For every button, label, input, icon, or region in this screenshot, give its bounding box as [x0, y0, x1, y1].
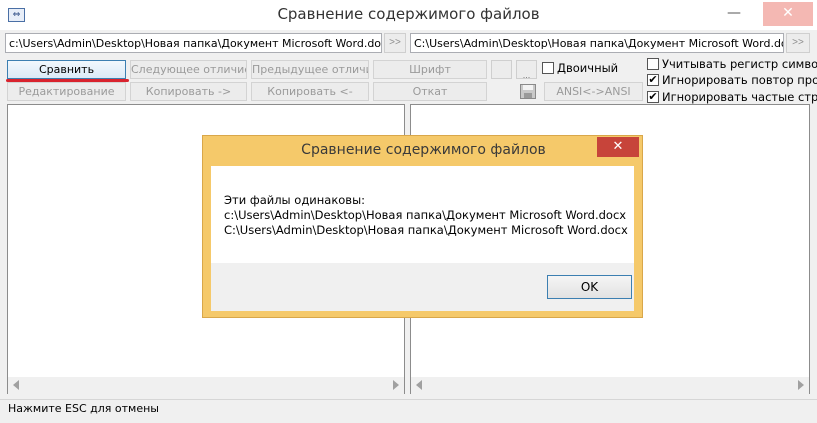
ignore-frequent-label: Игнорировать частые строки [662, 90, 817, 104]
minimize-button[interactable]: — [719, 2, 749, 26]
dialog-message-area: Эти файлы одинаковы: c:\Users\Admin\Desk… [211, 166, 634, 263]
save-disk-icon[interactable] [520, 84, 536, 99]
binary-label: Двоичный [557, 61, 619, 75]
right-browse-button[interactable]: >> [786, 33, 810, 53]
scroll-right-icon[interactable] [798, 380, 804, 390]
binary-checkbox[interactable] [542, 62, 554, 74]
result-dialog: Сравнение содержимого файлов ✕ Эти файлы… [202, 135, 643, 318]
compare-button[interactable]: Сравнить [7, 60, 126, 79]
dialog-file-1: c:\Users\Admin\Desktop\Новая папка\Докум… [224, 208, 627, 222]
status-text: Нажмите ESC для отмены [8, 402, 159, 415]
copy-right-button[interactable]: Копировать -> [130, 82, 247, 101]
dialog-message: Эти файлы одинаковы: [224, 193, 366, 207]
ignore-frequent-checkbox[interactable]: ✔ [647, 91, 659, 103]
prev-diff-button[interactable]: Предыдущее отличие [251, 60, 369, 79]
right-horizontal-scrollbar[interactable] [411, 377, 809, 394]
case-sensitive-checkbox[interactable] [647, 58, 659, 70]
right-path-input[interactable]: C:\Users\Admin\Desktop\Новая папка\Докум… [410, 33, 784, 53]
left-path-input[interactable]: c:\Users\Admin\Desktop\Новая папка\Докум… [5, 33, 382, 53]
left-horizontal-scrollbar[interactable] [8, 377, 404, 394]
scroll-left-icon[interactable] [13, 380, 19, 390]
dialog-body: Эти файлы одинаковы: c:\Users\Admin\Desk… [211, 166, 634, 311]
dialog-file-2: C:\Users\Admin\Desktop\Новая папка\Докум… [224, 223, 628, 237]
left-browse-button[interactable]: >> [384, 33, 406, 53]
font-button[interactable]: Шрифт [373, 60, 487, 79]
title-bar: ⇔ Сравнение содержимого файлов — ✕ [0, 0, 817, 30]
edit-button[interactable]: Редактирование [7, 82, 126, 101]
options-ellipsis-button[interactable]: ... [516, 60, 537, 80]
color-button[interactable] [491, 60, 512, 79]
ignore-spaces-label: Игнорировать повтор пробелов [662, 73, 817, 87]
case-sensitive-label: Учитывать регистр символов [662, 57, 817, 71]
checkmark-icon: ✔ [648, 73, 658, 86]
encoding-button[interactable]: ANSI<->ANSI [544, 82, 643, 101]
checkmark-icon: ✔ [648, 90, 658, 103]
scroll-left-icon[interactable] [416, 380, 422, 390]
revert-button[interactable]: Откат [373, 82, 487, 101]
window-title: Сравнение содержимого файлов [277, 5, 540, 23]
dialog-title: Сравнение содержимого файлов [301, 142, 546, 158]
ignore-spaces-checkbox[interactable]: ✔ [647, 74, 659, 86]
copy-left-button[interactable]: Копировать <- [251, 82, 369, 101]
next-diff-button[interactable]: Следующее отличие [130, 60, 247, 79]
dialog-close-button[interactable]: ✕ [597, 137, 639, 157]
compare-window: ⇔ Сравнение содержимого файлов — ✕ c:\Us… [0, 0, 817, 423]
window-close-button[interactable]: ✕ [763, 2, 813, 26]
status-bar: Нажмите ESC для отмены [0, 399, 817, 418]
ok-button[interactable]: OK [547, 275, 632, 299]
scroll-right-icon[interactable] [393, 380, 399, 390]
